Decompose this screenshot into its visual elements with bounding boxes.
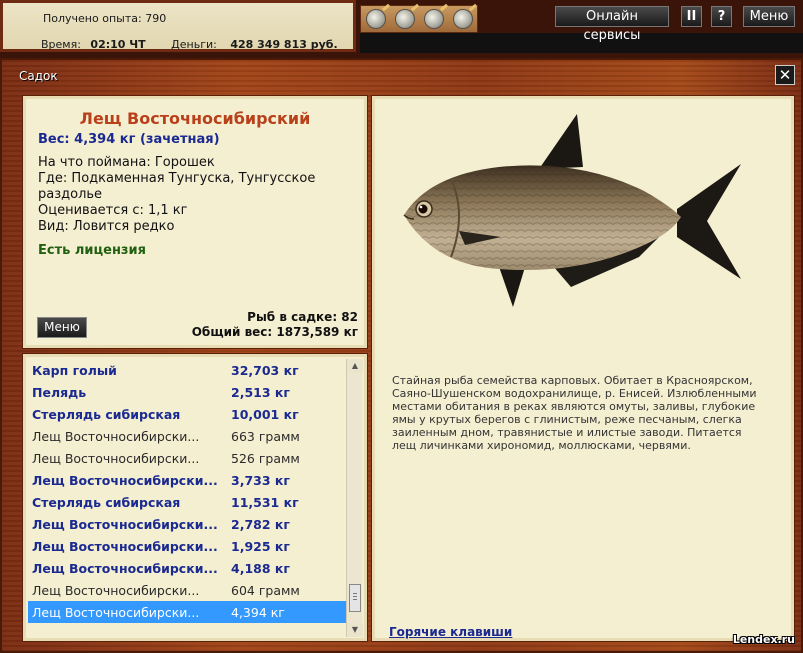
fish-list-row[interactable]: Лещ Восточносибирски... 4,394 кг xyxy=(28,601,348,623)
fish-row-weight: 10,001 кг xyxy=(231,406,299,422)
hud-dark-strip xyxy=(360,33,803,53)
fish-row-name: Стерлядь сибирская xyxy=(32,494,181,510)
bait-icon[interactable] xyxy=(394,9,415,29)
keepnet-count: Рыб в садке: 82 xyxy=(247,310,358,324)
fish-bait: На что поймана: Горошек xyxy=(38,155,215,170)
fish-row-name: Карп голый xyxy=(32,362,117,378)
fish-row-weight: 663 грамм xyxy=(231,428,300,444)
fish-list: Карп голый 32,703 кг Пелядь 2,513 кг Стерляд… xyxy=(28,359,348,623)
fish-row-weight: 32,703 кг xyxy=(231,362,299,378)
keepnet-total-weight: Общий вес: 1873,589 кг xyxy=(191,325,358,339)
fish-detail-panel: Стайная рыба семейства карповых. Обитает… xyxy=(371,95,795,642)
license-status: Есть лицензия xyxy=(38,243,146,258)
window-title: Садок xyxy=(19,69,58,83)
fish-list-row[interactable]: Стерлядь сибирская 11,531 кг xyxy=(28,491,348,513)
fish-info-panel: Лещ Восточносибирский Вес: 4,394 кг (зач… xyxy=(22,95,368,349)
experience-label: Получено опыта: xyxy=(43,12,142,25)
time-money-row: Время: 02:10 ЧТ Деньги: 428 349 813 руб. xyxy=(41,38,338,51)
money-value: 428 349 813 руб. xyxy=(230,38,338,51)
fish-row-weight: 3,733 кг xyxy=(231,472,290,488)
watermark: Lendex.ru xyxy=(732,633,795,646)
fish-row-weight: 4,188 кг xyxy=(231,560,290,576)
experience-value: 790 xyxy=(145,12,167,25)
online-services-button[interactable]: Онлайн сервисы xyxy=(555,6,669,43)
fish-row-weight: 2,513 кг xyxy=(231,384,290,400)
hotkeys-link[interactable]: Горячие клавиши xyxy=(389,625,512,639)
fish-row-weight: 11,531 кг xyxy=(231,494,299,510)
fish-list-row[interactable]: Лещ Восточносибирски... 4,188 кг xyxy=(28,557,348,579)
time-value: 02:10 ЧТ xyxy=(90,38,146,51)
bait-icon[interactable] xyxy=(452,9,473,29)
fish-row-weight: 604 грамм xyxy=(231,582,300,598)
fish-list-row[interactable]: Карп голый 32,703 кг xyxy=(28,359,348,381)
fish-list-row[interactable]: Пелядь 2,513 кг xyxy=(28,381,348,403)
fish-row-weight: 526 грамм xyxy=(231,450,300,466)
bait-slots xyxy=(360,5,478,33)
keepnet-window: Садок ✕ Лещ Восточносибирский Вес: 4,394… xyxy=(0,58,803,653)
fish-row-name: Лещ Восточносибирски... xyxy=(32,538,218,554)
fish-kind: Вид: Ловится редко xyxy=(38,219,175,234)
fish-row-name: Стерлядь сибирская xyxy=(32,406,181,422)
fish-list-row[interactable]: Лещ Восточносибирски... 3,733 кг xyxy=(28,469,348,491)
scroll-down-icon[interactable]: ▼ xyxy=(347,623,363,637)
money-label: Деньги: xyxy=(171,38,217,51)
fish-row-name: Лещ Восточносибирски... xyxy=(32,428,200,444)
fish-name: Лещ Восточносибирский xyxy=(79,109,311,128)
fish-row-name: Лещ Восточносибирски... xyxy=(32,560,218,576)
bait-icon[interactable] xyxy=(365,9,386,29)
fish-location: Где: Подкаменная Тунгуска, Тунгусское ра… xyxy=(38,171,316,202)
fish-list-row[interactable]: Лещ Восточносибирски... 604 грамм xyxy=(28,579,348,601)
hud-stats-panel: Получено опыта: 790 Время: 02:10 ЧТ День… xyxy=(0,0,356,52)
fish-row-name: Лещ Восточносибирски... xyxy=(32,516,218,532)
time-label: Время: xyxy=(41,38,81,51)
fish-list-row[interactable]: Лещ Восточносибирски... 1,925 кг xyxy=(28,535,348,557)
main-menu-button[interactable]: Меню xyxy=(743,6,795,27)
fish-list-row[interactable]: Лещ Восточносибирски... 663 грамм xyxy=(28,425,348,447)
keepnet-summary: Рыб в садке: 82 Общий вес: 1873,589 кг xyxy=(192,310,358,340)
fish-list-row[interactable]: Лещ Восточносибирски... 526 грамм xyxy=(28,447,348,469)
pause-button[interactable]: II xyxy=(681,6,702,27)
fish-list-row[interactable]: Лещ Восточносибирски... 2,782 кг xyxy=(28,513,348,535)
fish-row-name: Лещ Восточносибирски... xyxy=(32,582,200,598)
experience-row: Получено опыта: 790 xyxy=(43,12,166,25)
fish-menu-button[interactable]: Меню xyxy=(37,317,87,338)
fish-row-weight: 4,394 кг xyxy=(231,604,285,620)
fish-row-name: Лещ Восточносибирски... xyxy=(32,472,218,488)
fish-row-name: Лещ Восточносибирски... xyxy=(32,604,200,620)
scrollbar[interactable]: ▲ ▼ xyxy=(346,359,363,637)
bait-icon[interactable] xyxy=(423,9,444,29)
fish-list-row[interactable]: Стерлядь сибирская 10,001 кг xyxy=(28,403,348,425)
fish-row-name: Пелядь xyxy=(32,384,87,400)
scroll-thumb[interactable] xyxy=(349,584,361,612)
fish-row-weight: 2,782 кг xyxy=(231,516,290,532)
fish-weight: Вес: 4,394 кг (зачетная) xyxy=(38,132,220,147)
fish-list-panel: Карп голый 32,703 кг Пелядь 2,513 кг Стерляд… xyxy=(22,353,368,642)
fish-row-weight: 1,925 кг xyxy=(231,538,290,554)
fish-description: Стайная рыба семейства карповых. Обитает… xyxy=(392,374,757,452)
close-icon[interactable]: ✕ xyxy=(775,65,795,85)
fish-row-name: Лещ Восточносибирски... xyxy=(32,450,200,466)
fish-details: На что поймана: Горошек Где: Подкаменная… xyxy=(38,155,338,235)
fish-value: Оценивается с: 1,1 кг xyxy=(38,203,188,218)
help-button[interactable]: ? xyxy=(711,6,732,27)
bream-fish-image xyxy=(403,114,741,307)
scroll-up-icon[interactable]: ▲ xyxy=(347,359,363,373)
